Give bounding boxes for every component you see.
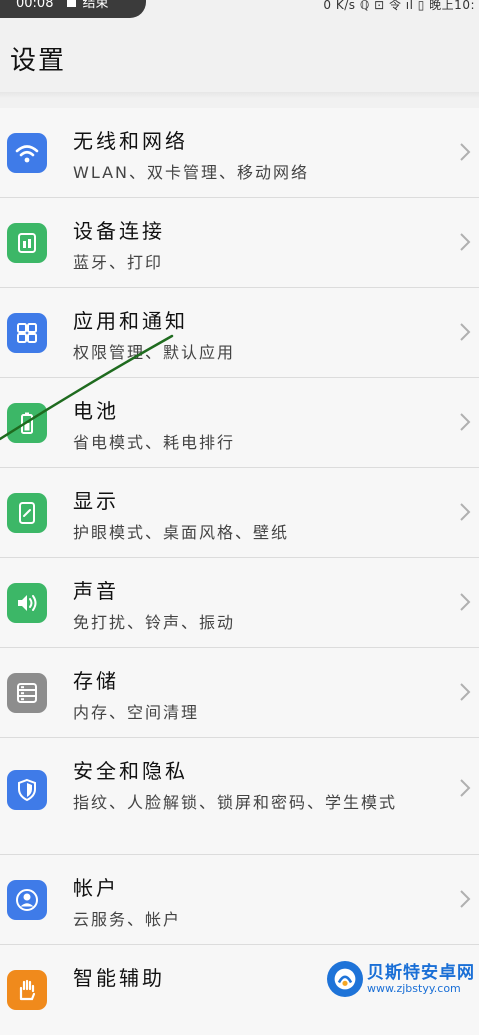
item-title: 智能辅助 [73, 966, 165, 990]
settings-item-security-privacy[interactable]: 安全和隐私 指纹、人脸解锁、锁屏和密码、学生模式 [0, 738, 479, 855]
settings-item-storage[interactable]: 存储 内存、空间清理 [0, 648, 479, 738]
chevron-right-icon [459, 889, 471, 909]
settings-item-account[interactable]: 帐户 云服务、帐户 [0, 855, 479, 945]
watermark: 贝斯特安卓网 www.zjbstyy.com [327, 961, 475, 997]
item-subtitle: 内存、空间清理 [73, 703, 200, 722]
item-title: 电池 [73, 399, 119, 423]
status-bar: 00:08 结束 0 K/s ℚ ⊡ 令 ıl ▯ 晚上10: [0, 0, 479, 18]
status-indicators: 0 K/s ℚ ⊡ 令 ıl ▯ 晚上10: [323, 0, 475, 12]
item-title: 显示 [73, 489, 119, 513]
chevron-right-icon [459, 142, 471, 162]
account-icon [7, 880, 47, 920]
hand-icon [7, 970, 47, 1010]
watermark-name: 贝斯特安卓网 [367, 962, 475, 983]
item-title: 安全和隐私 [73, 759, 188, 783]
item-subtitle: 省电模式、耗电排行 [73, 433, 236, 452]
settings-item-battery[interactable]: 电池 省电模式、耗电排行 [0, 378, 479, 468]
page-title: 设置 [10, 46, 67, 76]
item-subtitle: 护眼模式、桌面风格、壁纸 [73, 523, 290, 542]
item-subtitle: 免打扰、铃声、振动 [73, 613, 236, 632]
item-title: 帐户 [73, 876, 119, 900]
item-title: 应用和通知 [73, 309, 188, 333]
apps-grid-icon [7, 313, 47, 353]
watermark-url: www.zjbstyy.com [367, 981, 461, 995]
settings-item-sound[interactable]: 声音 免打扰、铃声、振动 [0, 558, 479, 648]
chevron-right-icon [459, 502, 471, 522]
item-subtitle: WLAN、双卡管理、移动网络 [73, 163, 310, 182]
speaker-icon [7, 583, 47, 623]
record-time: 00:08 [16, 0, 54, 11]
chevron-right-icon [459, 778, 471, 798]
settings-item-wireless[interactable]: 无线和网络 WLAN、双卡管理、移动网络 [0, 108, 479, 198]
wifi-icon [7, 133, 47, 173]
item-subtitle: 云服务、帐户 [73, 910, 182, 929]
item-title: 声音 [73, 579, 119, 603]
item-subtitle: 指纹、人脸解锁、锁屏和密码、学生模式 [73, 793, 398, 812]
settings-item-display[interactable]: 显示 护眼模式、桌面风格、壁纸 [0, 468, 479, 558]
screen-record-pill[interactable]: 00:08 结束 [0, 0, 146, 18]
chevron-right-icon [459, 682, 471, 702]
watermark-logo-icon [327, 961, 363, 997]
item-subtitle: 权限管理、默认应用 [73, 343, 236, 362]
stop-icon [67, 0, 77, 7]
title-divider [0, 92, 479, 98]
settings-item-apps-notifications[interactable]: 应用和通知 权限管理、默认应用 [0, 288, 479, 378]
chevron-right-icon [459, 592, 471, 612]
stop-label: 结束 [82, 0, 109, 11]
item-title: 存储 [73, 669, 119, 693]
shield-icon [7, 770, 47, 810]
item-title: 设备连接 [73, 219, 165, 243]
storage-icon [7, 673, 47, 713]
device-connection-icon [7, 223, 47, 263]
item-subtitle: 蓝牙、打印 [73, 253, 164, 272]
settings-list: 无线和网络 WLAN、双卡管理、移动网络 设备连接 蓝牙、打印 应用和通知 权限… [0, 108, 479, 1035]
battery-icon [7, 403, 47, 443]
chevron-right-icon [459, 412, 471, 432]
chevron-right-icon [459, 322, 471, 342]
display-icon [7, 493, 47, 533]
settings-item-device-connection[interactable]: 设备连接 蓝牙、打印 [0, 198, 479, 288]
chevron-right-icon [459, 232, 471, 252]
item-title: 无线和网络 [73, 129, 188, 153]
